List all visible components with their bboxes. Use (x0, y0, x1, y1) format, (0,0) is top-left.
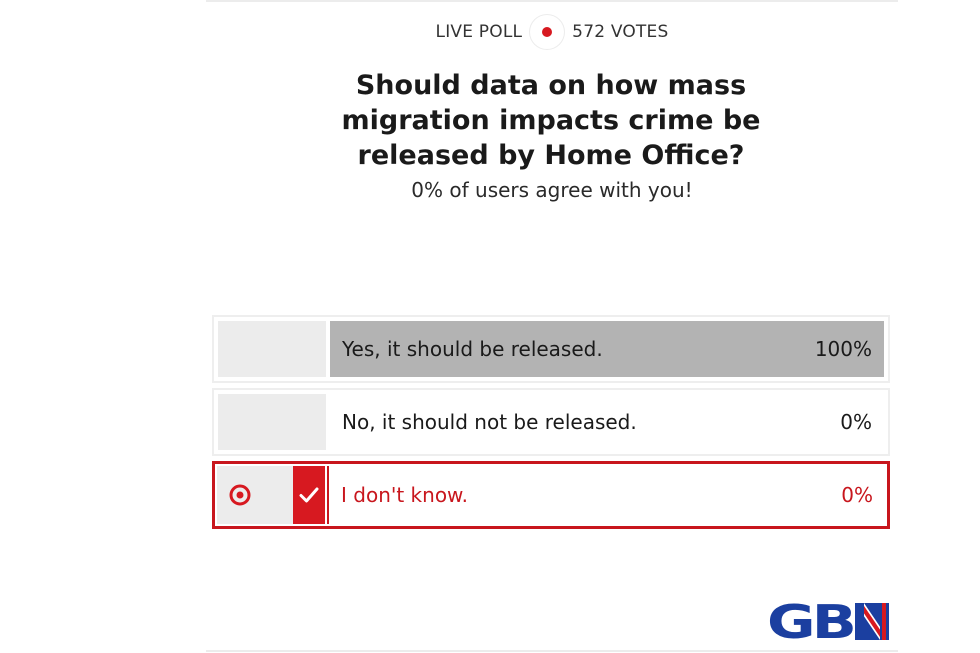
agreement-message: 0% of users agree with you! (411, 178, 693, 202)
live-dot-icon (542, 27, 553, 37)
vote-count: 572 VOTES (572, 22, 669, 42)
top-divider (206, 0, 898, 2)
gbnews-logo: GB (767, 598, 889, 644)
bottom-divider (206, 650, 898, 652)
option-select-area[interactable] (217, 466, 325, 524)
option-select-area[interactable] (218, 394, 326, 450)
option-select-area[interactable] (218, 321, 326, 377)
poll-option-dont-know[interactable]: I don't know. 0% (212, 461, 890, 529)
live-poll-label: LIVE POLL (435, 22, 523, 42)
option-label: I don't know. (341, 483, 468, 507)
poll-option-yes[interactable]: Yes, it should be released. 100% (212, 315, 890, 383)
target-icon (229, 484, 251, 506)
option-result[interactable]: No, it should not be released. 0% (330, 394, 884, 450)
selected-check (293, 466, 325, 524)
live-indicator (530, 15, 565, 49)
option-result[interactable]: Yes, it should be released. 100% (330, 321, 884, 377)
poll-question: Should data on how mass migration impact… (341, 70, 761, 171)
option-percent: 0% (840, 410, 872, 434)
option-percent: 0% (841, 483, 873, 507)
option-result[interactable]: I don't know. 0% (327, 466, 885, 524)
svg-text:GB: GB (767, 598, 853, 644)
poll-header: LIVE POLL 572 VOTES (206, 12, 898, 52)
option-label: No, it should not be released. (342, 410, 637, 434)
option-label: Yes, it should be released. (342, 337, 603, 361)
poll-option-no[interactable]: No, it should not be released. 0% (212, 388, 890, 456)
option-percent: 100% (814, 337, 872, 361)
checkmark-icon (299, 487, 319, 503)
